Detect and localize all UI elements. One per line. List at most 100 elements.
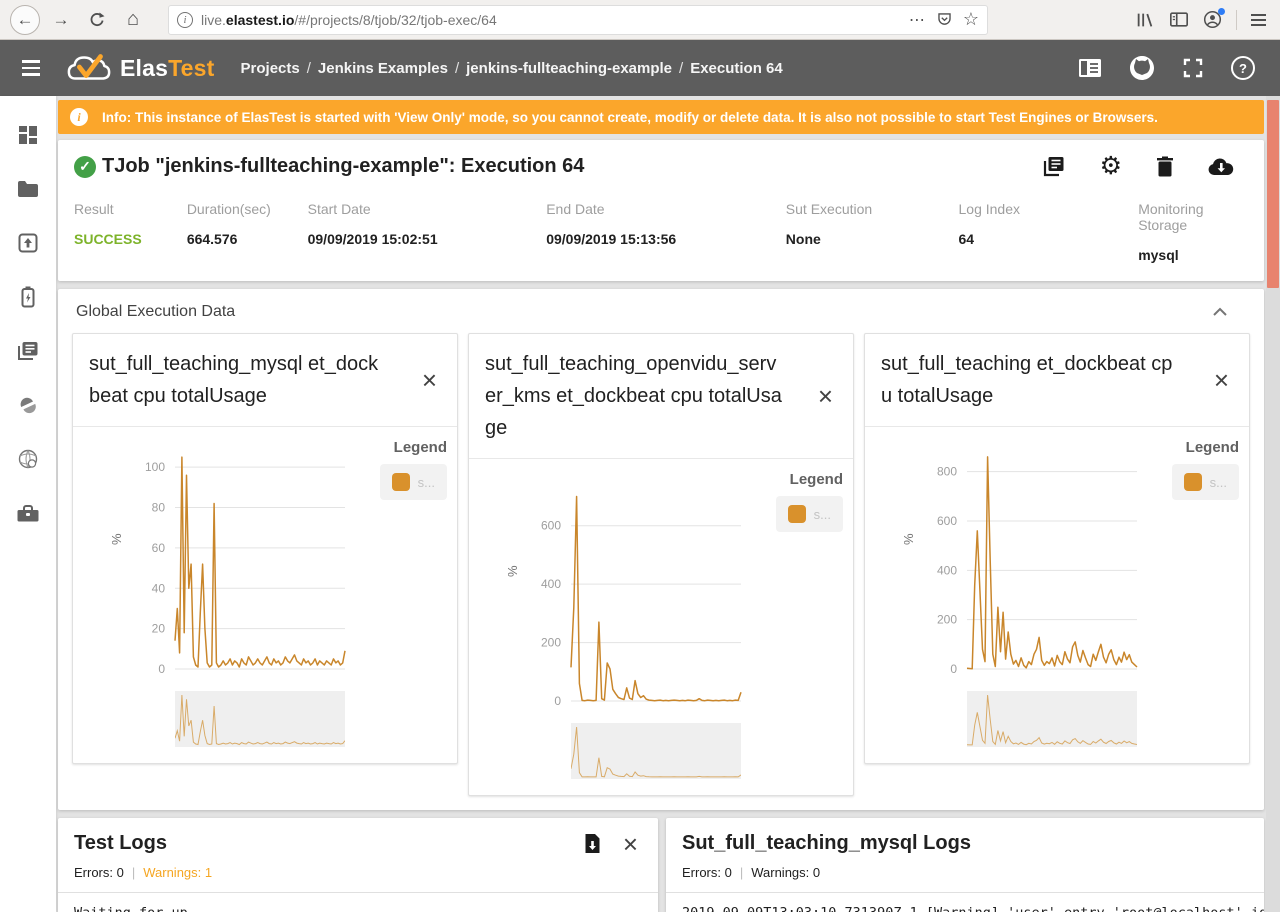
elastest-logo[interactable]: ElasTest [66, 52, 215, 84]
sidebar-item-suts[interactable] [0, 216, 56, 270]
library-books-icon [17, 341, 39, 361]
config-gear-icon[interactable]: ⚙ [1100, 154, 1122, 179]
chart-legend: Legend s... [776, 471, 843, 532]
sidebar-item-services[interactable] [0, 378, 56, 432]
sidebar-item-test-engines[interactable] [0, 270, 56, 324]
chart-overview-strip[interactable] [967, 691, 1241, 747]
metric-chart-card-fullteaching: sut_full_teaching et_dockbeat cpu totalU… [864, 333, 1250, 764]
warnings-count: Warnings: 0 [751, 865, 820, 880]
bookmark-star-icon[interactable]: ☆ [963, 9, 979, 30]
news-panel-icon[interactable] [1078, 58, 1102, 78]
refresh-icon [88, 11, 106, 29]
collapse-chevron-up-icon[interactable] [1212, 307, 1246, 317]
chart-overview-strip[interactable] [175, 691, 449, 747]
page-actions-icon[interactable]: ⋯ [909, 10, 926, 30]
browser-back-button[interactable]: ← [10, 5, 40, 35]
cloud-download-icon[interactable] [1208, 157, 1234, 177]
account-button[interactable] [1203, 10, 1222, 29]
chart-title: sut_full_teaching_mysql et_dockbeat cpu … [89, 348, 389, 412]
sidebar-item-projects[interactable] [0, 162, 56, 216]
start-date-value: 09/09/2019 15:02:51 [308, 231, 547, 247]
help-icon[interactable]: ? [1230, 55, 1256, 81]
result-label: Result [74, 201, 187, 217]
chart-overview-strip[interactable] [571, 723, 845, 779]
scrollbar-thumb[interactable] [1267, 100, 1279, 288]
breadcrumb-tjob-name[interactable]: jenkins-fullteaching-example [466, 60, 672, 77]
log-viewer[interactable]: Waiting for upWaiting for up [58, 893, 658, 912]
sidebar-item-dashboard[interactable] [0, 108, 56, 162]
close-icon[interactable]: × [619, 834, 642, 854]
legend-title: Legend [1172, 439, 1239, 456]
test-logs-title: Test Logs [74, 832, 167, 855]
chart-area[interactable]: % 0200400600800 Legend s... [865, 427, 1249, 763]
start-date-label: Start Date [308, 201, 547, 217]
browser-refresh-button[interactable] [82, 5, 112, 35]
breadcrumb-project-name[interactable]: Jenkins Examples [318, 60, 448, 77]
breadcrumb-separator: / [455, 60, 459, 77]
execution-summary-table: Result SUCCESS Duration(sec) 664.576 Sta… [74, 201, 1248, 263]
end-date-label: End Date [546, 201, 786, 217]
legend-item[interactable]: s... [776, 496, 843, 532]
main-content: i Info: This instance of ElasTest is sta… [56, 96, 1280, 912]
svg-text:600: 600 [541, 519, 561, 533]
svg-text:?: ? [1239, 61, 1247, 76]
chart-title: sut_full_teaching et_dockbeat cpu totalU… [881, 348, 1181, 412]
copy-logs-icon[interactable] [1042, 156, 1066, 178]
sidebar-item-logs[interactable] [0, 324, 56, 378]
svg-text:400: 400 [541, 577, 561, 591]
y-axis-label: % [505, 565, 520, 577]
site-info-icon[interactable]: i [177, 12, 193, 28]
url-bar[interactable]: i live.elastest.io/#/projects/8/tjob/32/… [168, 5, 988, 35]
github-icon[interactable] [1128, 54, 1156, 82]
folder-icon [17, 180, 39, 198]
breadcrumb-separator: / [307, 60, 311, 77]
chart-area[interactable]: % 0200400600 Legend s... [469, 459, 853, 795]
sidebar-item-help-tools[interactable] [0, 486, 56, 540]
monitoring-storage-value: mysql [1138, 247, 1248, 263]
log-viewer[interactable]: 2019-09-09T13:03:10.731390Z 1 [Warning] … [666, 893, 1264, 912]
chart-title: sut_full_teaching_openvidu_server_kms et… [485, 348, 785, 444]
svg-text:100: 100 [145, 460, 165, 474]
legend-item[interactable]: s... [380, 464, 447, 500]
app-menu-button[interactable] [16, 54, 46, 82]
view-only-banner: i Info: This instance of ElasTest is sta… [58, 100, 1264, 134]
svg-text:0: 0 [950, 662, 957, 676]
svg-text:40: 40 [152, 581, 166, 595]
page-scrollbar[interactable] [1266, 96, 1280, 912]
breadcrumb-separator: / [679, 60, 683, 77]
sut-logs-title: Sut_full_teaching_mysql Logs [682, 832, 971, 855]
delete-trash-icon[interactable] [1156, 156, 1174, 178]
close-icon[interactable]: × [418, 370, 441, 390]
fullscreen-icon[interactable] [1182, 57, 1204, 79]
breadcrumb-projects[interactable]: Projects [241, 60, 300, 77]
elastest-wordmark: ElasTest [120, 55, 215, 82]
browser-menu-button[interactable] [1251, 14, 1266, 26]
breadcrumb: Projects / Jenkins Examples / jenkins-fu… [241, 60, 783, 77]
close-icon[interactable]: × [814, 386, 837, 406]
url-text[interactable]: live.elastest.io/#/projects/8/tjob/32/tj… [201, 12, 901, 28]
errors-count: Errors: 0 [74, 865, 124, 880]
sidebar-item-browsers[interactable] [0, 432, 56, 486]
pocket-icon[interactable] [936, 11, 953, 28]
counts-separator: | [132, 865, 135, 880]
legend-item[interactable]: s... [1172, 464, 1239, 500]
app-header: ElasTest Projects / Jenkins Examples / j… [0, 40, 1280, 96]
browser-forward-button[interactable]: → [46, 5, 76, 35]
account-notification-dot [1218, 8, 1225, 15]
logo-elas: Elas [120, 55, 168, 81]
monitoring-storage-label: Monitoring Storage [1138, 201, 1248, 233]
dashboard-icon [18, 125, 38, 145]
close-icon[interactable]: × [1210, 370, 1233, 390]
sidebars-toggle-icon[interactable] [1169, 11, 1189, 28]
chart-area[interactable]: % 020406080100 Legend s... [73, 427, 457, 763]
library-icon[interactable] [1135, 11, 1155, 29]
legend-swatch [392, 473, 410, 491]
tjob-execution-title: TJob "jenkins-fullteaching-example": Exe… [102, 155, 584, 178]
chart-legend: Legend s... [1172, 439, 1239, 500]
svg-text:80: 80 [152, 501, 166, 515]
download-log-file-icon[interactable] [584, 833, 601, 854]
duration-value: 664.576 [187, 231, 308, 247]
publish-box-icon [18, 233, 38, 253]
global-execution-data-card: Global Execution Data sut_full_teaching_… [58, 289, 1264, 810]
browser-home-button[interactable]: ⌂ [118, 5, 148, 35]
